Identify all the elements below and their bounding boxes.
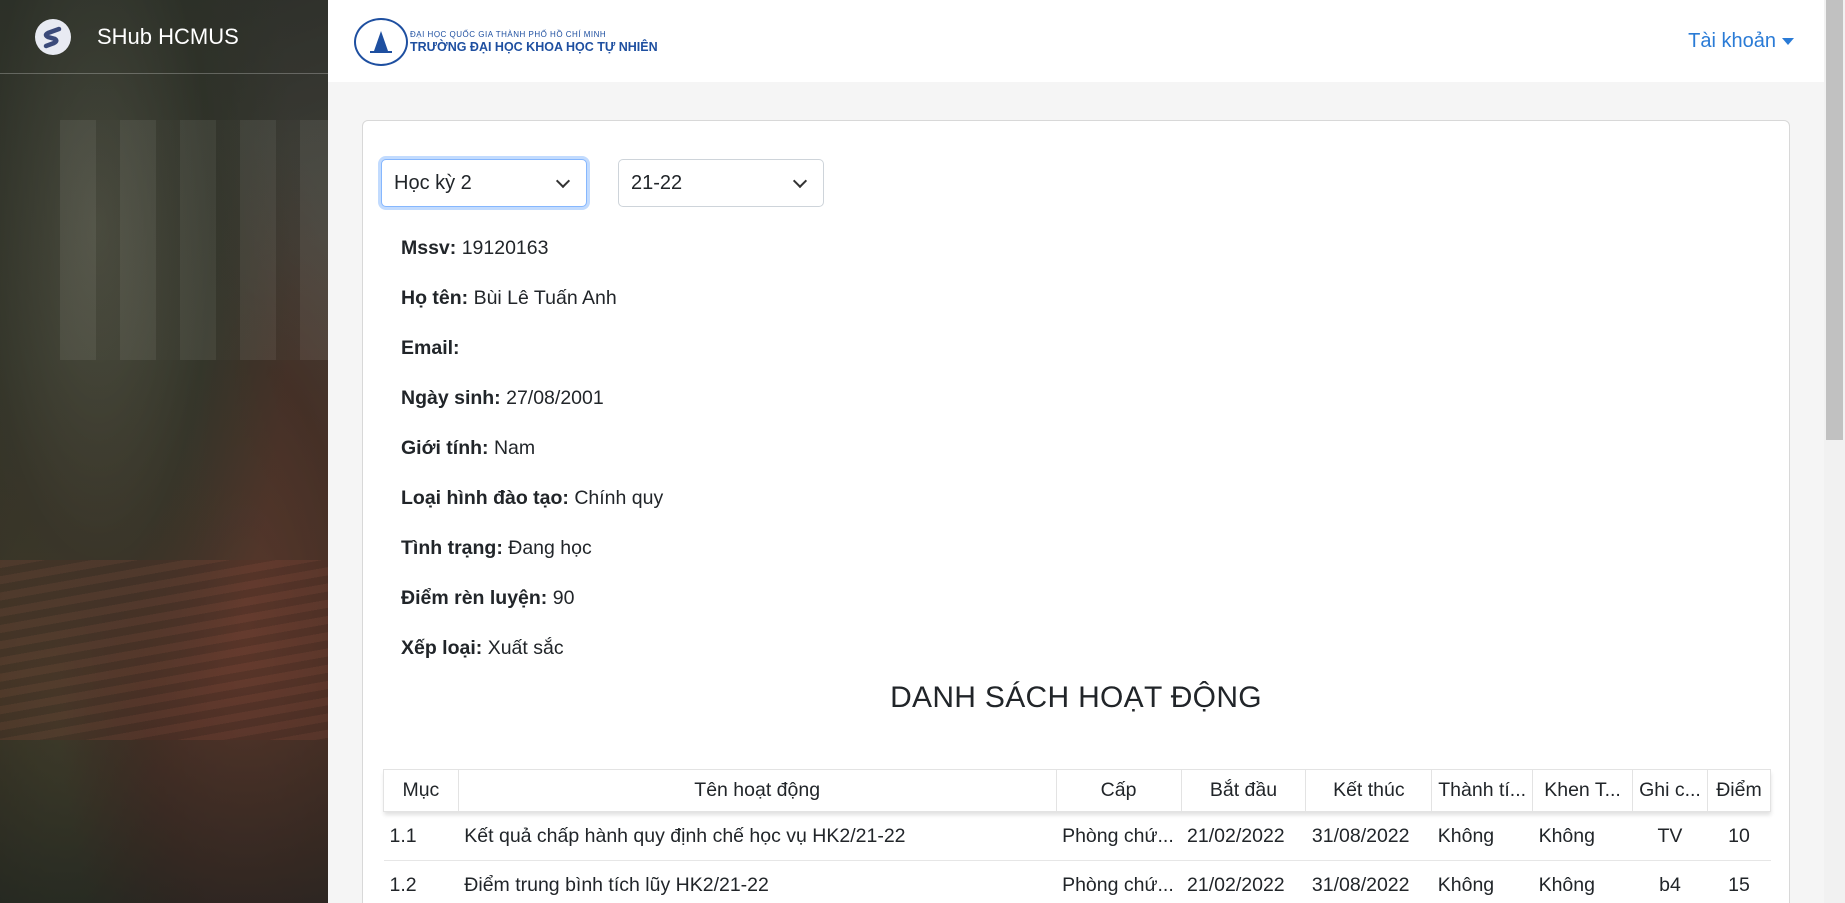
info-email: Email: bbox=[401, 337, 460, 359]
cell-reward: Không bbox=[1532, 811, 1633, 861]
university-seal-icon bbox=[354, 18, 408, 66]
sidebar-background-roof bbox=[0, 560, 328, 740]
cell-note: b4 bbox=[1632, 860, 1708, 903]
column-header[interactable]: Bắt đầu bbox=[1180, 769, 1307, 812]
cell-points: 15 bbox=[1707, 860, 1771, 903]
activities-title: DANH SÁCH HOẠT ĐỘNG bbox=[890, 681, 1262, 714]
column-header[interactable]: Thành tí... bbox=[1431, 769, 1534, 812]
cell-start: 21/02/2022 bbox=[1181, 811, 1306, 861]
cell-level: Phòng chứ... bbox=[1056, 811, 1182, 861]
semester-select[interactable]: Học kỳ 2 bbox=[381, 159, 587, 207]
chevron-down-icon bbox=[792, 173, 808, 189]
university-logo[interactable]: ĐẠI HỌC QUỐC GIA THÀNH PHỐ HỒ CHÍ MINH T… bbox=[354, 18, 658, 66]
year-value: 21-22 bbox=[631, 171, 683, 194]
cell-level: Phòng chứ... bbox=[1056, 860, 1182, 903]
info-dob: Ngày sinh: 27/08/2001 bbox=[401, 387, 604, 409]
cell-item: 1.1 bbox=[383, 811, 459, 861]
table-header-row: Mục Tên hoạt động Cấp Bắt đầu Kết thúc T… bbox=[383, 769, 1772, 812]
info-training: Loại hình đào tạo: Chính quy bbox=[401, 487, 664, 509]
column-header[interactable]: Ghi c... bbox=[1631, 769, 1708, 812]
brand-title: SHub HCMUS bbox=[97, 23, 239, 49]
column-header[interactable]: Điểm bbox=[1706, 769, 1772, 812]
cell-activity-name: Điểm trung bình tích lũy HK2/21-22 bbox=[458, 860, 1057, 903]
column-header[interactable]: Tên hoạt động bbox=[457, 769, 1057, 812]
table-row[interactable]: 1.1 Kết quả chấp hành quy định chế học v… bbox=[383, 811, 1771, 861]
sidebar: SHub HCMUS bbox=[0, 0, 328, 903]
semester-value: Học kỳ 2 bbox=[394, 171, 472, 194]
chevron-down-icon bbox=[555, 173, 571, 189]
top-navbar: ĐẠI HỌC QUỐC GIA THÀNH PHỐ HỒ CHÍ MINH T… bbox=[328, 0, 1824, 82]
cell-start: 21/02/2022 bbox=[1181, 860, 1306, 903]
account-label: Tài khoản bbox=[1688, 30, 1776, 52]
info-rank: Xếp loại: Xuất sắc bbox=[401, 637, 564, 659]
cell-end: 31/08/2022 bbox=[1305, 860, 1432, 903]
info-name: Họ tên: Bùi Lê Tuấn Anh bbox=[401, 287, 617, 309]
year-select[interactable]: 21-22 bbox=[618, 159, 824, 207]
info-mssv: Mssv: 19120163 bbox=[401, 237, 549, 259]
cell-item: 1.2 bbox=[383, 860, 459, 903]
cell-activity-name: Kết quả chấp hành quy định chế học vụ HK… bbox=[458, 811, 1057, 861]
university-line1: ĐẠI HỌC QUỐC GIA THÀNH PHỐ HỒ CHÍ MINH bbox=[410, 30, 607, 39]
student-card: Học kỳ 2 21-22 Mssv: 19120163 Họ tên: Bù… bbox=[362, 120, 1790, 903]
info-status: Tình trạng: Đang học bbox=[401, 537, 592, 559]
caret-down-icon bbox=[1782, 38, 1794, 46]
cell-achievement: Không bbox=[1431, 860, 1533, 903]
activities-table: Mục Tên hoạt động Cấp Bắt đầu Kết thúc T… bbox=[383, 769, 1772, 903]
cell-reward: Không bbox=[1532, 860, 1633, 903]
scrollbar-thumb[interactable] bbox=[1826, 0, 1843, 440]
info-gender: Giới tính: Nam bbox=[401, 437, 536, 459]
table-row[interactable]: 1.2 Điểm trung bình tích lũy HK2/21-22 P… bbox=[383, 860, 1771, 903]
column-header[interactable]: Cấp bbox=[1055, 769, 1182, 812]
account-dropdown[interactable]: Tài khoản bbox=[1688, 30, 1794, 53]
sidebar-background-building bbox=[60, 120, 328, 360]
column-header[interactable]: Kết thúc bbox=[1305, 769, 1433, 812]
info-score: Điểm rèn luyện: 90 bbox=[401, 587, 575, 609]
cell-end: 31/08/2022 bbox=[1305, 811, 1432, 861]
sidebar-brand[interactable]: SHub HCMUS bbox=[0, 0, 328, 74]
university-line2: TRƯỜNG ĐẠI HỌC KHOA HỌC TỰ NHIÊN bbox=[410, 40, 658, 54]
column-header[interactable]: Khen T... bbox=[1532, 769, 1633, 812]
cell-achievement: Không bbox=[1431, 811, 1533, 861]
page-scrollbar[interactable] bbox=[1824, 0, 1845, 903]
shub-logo-icon bbox=[35, 18, 71, 55]
cell-points: 10 bbox=[1707, 811, 1771, 861]
column-header[interactable]: Mục bbox=[383, 769, 459, 812]
cell-note: TV bbox=[1632, 811, 1708, 861]
